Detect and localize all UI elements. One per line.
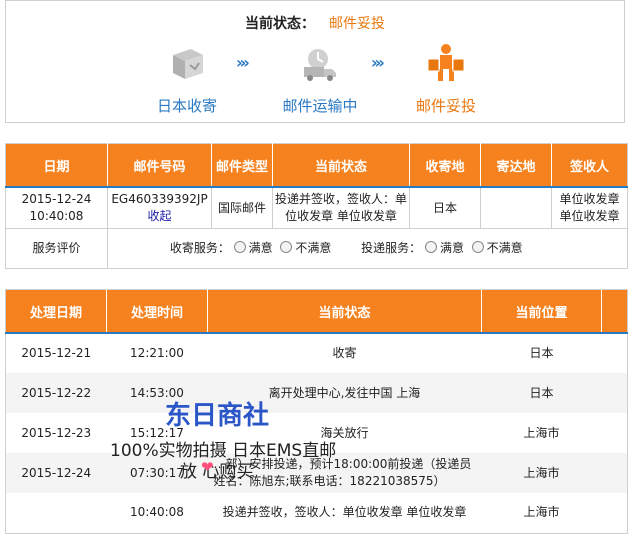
step-in-transit: 邮件运输中 — [260, 41, 380, 116]
track-date: 2015-12-21 — [5, 332, 107, 373]
col-header-current-location: 当前位置 — [481, 289, 602, 333]
mail-destination — [480, 186, 552, 229]
track-date — [6, 493, 107, 533]
track-status: 投递并签收，签收人：单位收发章 单位收发章 — [222, 505, 467, 520]
package-icon — [165, 41, 209, 85]
mail-origin: 日本 — [409, 186, 481, 229]
collapse-link[interactable]: 收起 — [110, 208, 209, 225]
col-header-current-status: 当前状态 — [207, 289, 482, 333]
mail-status: 投递并签收，签收人：单位收发章 单位收发章 — [272, 186, 410, 229]
current-status-label: 当前状态： — [245, 16, 315, 32]
track-date: 2015-12-24 — [5, 453, 107, 493]
track-location: 日本 — [481, 373, 602, 413]
col-header-origin: 收寄地 — [409, 143, 481, 187]
rating-group-collection: 收寄服务： 满意 不满意 — [169, 240, 331, 257]
watermark-buy-text: 放 心购买 — [180, 462, 254, 482]
radio-icon[interactable] — [425, 241, 438, 253]
radio-icon[interactable] — [471, 241, 484, 253]
track-status: 收寄 — [207, 332, 482, 373]
track-time: 12:21:00 — [106, 332, 208, 373]
radio-satisfied[interactable]: 满意 — [425, 241, 464, 255]
radio-unsatisfied[interactable]: 不满意 — [280, 241, 331, 255]
track-location: 日本 — [481, 332, 602, 373]
progress-arrow-icon: ››› — [236, 53, 250, 72]
table-row: 10:40:08 投递并签收，签收人：单位收发章 单位收发章 上海市 — [6, 493, 628, 533]
track-location: 上海市 — [481, 453, 602, 493]
step-in-transit-label: 邮件运输中 — [282, 97, 358, 115]
col-header-process-time: 处理时间 — [106, 289, 208, 333]
rating-group-delivery: 投递服务： 满意 不满意 — [361, 240, 523, 257]
col-header-signer: 签收人 — [551, 143, 628, 187]
current-status-value: 邮件妥投 — [329, 16, 385, 32]
track-location: 上海市 — [523, 505, 560, 520]
table-row: 2015-12-24 10:40:08 EG460339392JP 收起 国际邮件… — [5, 186, 628, 229]
tracking-table: 处理日期 处理时间 当前状态 当前位置 2015-12-21 12:21:00 … — [5, 289, 628, 534]
radio-unsatisfied[interactable]: 不满意 — [471, 241, 523, 255]
track-date: 2015-12-22 — [5, 373, 107, 413]
radio-satisfied[interactable]: 满意 — [233, 241, 273, 255]
col-header-date: 日期 — [5, 143, 108, 187]
service-rating-row: 服务评价 收寄服务： 满意 不满意 投递服务： 满意 不满意 — [5, 228, 628, 269]
step-received-label: 日本收寄 — [156, 97, 217, 115]
col-header-mail-type: 邮件类型 — [211, 143, 273, 187]
col-header-spacer — [601, 289, 628, 333]
status-panel: 当前状态： 邮件妥投 日本收寄 ››› 邮件运输中 ››› 邮件妥投 — [5, 0, 625, 123]
col-header-destination: 寄达地 — [480, 143, 552, 187]
mail-info-table: 日期 邮件号码 邮件类型 当前状态 收寄地 寄达地 签收人 2015-12-24… — [5, 143, 628, 269]
progress-arrow-icon: ››› — [371, 53, 385, 72]
mail-type: 国际邮件 — [211, 186, 273, 229]
step-delivered-label: 邮件妥投 — [415, 97, 476, 115]
mail-date: 2015-12-24 10:40:08 — [5, 186, 108, 229]
radio-icon[interactable] — [280, 241, 293, 253]
delivery-truck-icon — [298, 41, 342, 85]
mail-number: EG460339392JP — [111, 192, 208, 206]
service-rating-options: 收寄服务： 满意 不满意 投递服务： 满意 不满意 — [107, 228, 628, 269]
col-header-status: 当前状态 — [272, 143, 410, 187]
heart-icon: ❤ — [201, 458, 214, 476]
col-header-mail-number: 邮件号码 — [107, 143, 212, 187]
rating-group-label: 投递服务： — [361, 241, 422, 255]
step-received: 日本收寄 — [127, 41, 247, 116]
mail-number-cell: EG460339392JP 收起 — [107, 186, 212, 229]
rating-group-label: 收寄服务： — [169, 241, 230, 255]
step-delivered: 邮件妥投 — [386, 41, 506, 116]
radio-icon[interactable] — [233, 241, 246, 253]
delivered-person-icon — [424, 41, 468, 85]
service-rating-label: 服务评价 — [5, 228, 108, 269]
current-status: 当前状态： 邮件妥投 — [6, 13, 624, 33]
table-row: 2015-12-22 14:53:00 离开处理中心,发往中国 上海 日本 — [5, 373, 628, 413]
track-location: 上海市 — [523, 425, 560, 440]
watermark-shop-name: 东日商社 — [165, 401, 270, 431]
track-date: 2015-12-23 — [21, 425, 92, 440]
table-row: 2015-12-21 12:21:00 收寄 日本 — [5, 332, 628, 373]
track-time: 10:40:08 — [130, 505, 184, 520]
col-header-process-date: 处理日期 — [5, 289, 107, 333]
mail-signer: 单位收发章 单位收发章 — [551, 186, 628, 229]
